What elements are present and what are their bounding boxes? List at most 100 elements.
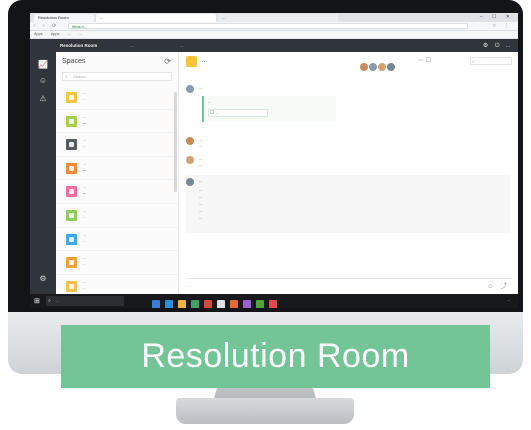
taskbar-app-icon[interactable] [152,300,160,308]
space-preview: ... [83,214,87,219]
monitor-screen: Resolution Room ... ... – ☐ ✕ ‹ › ⟳ http… [30,13,518,308]
refresh-icon[interactable]: ⟳ [164,57,171,66]
os-taskbar: ⊞ ⌕ ... ... [30,294,518,308]
space-avatar [66,115,77,127]
app-brand[interactable]: Resolution Room [60,43,97,48]
space-avatar [66,280,77,292]
search-icon: ⌕ [472,59,475,64]
space-avatar [66,186,77,198]
space-title: ... [83,184,87,190]
system-tray[interactable]: ... [507,297,510,302]
message-author: ... [199,178,203,183]
bookmark-item[interactable]: ... [67,32,70,36]
date-divider: ... [188,77,192,82]
attachment-chip[interactable]: ☐ ... [208,109,268,117]
space-title: ... [83,255,87,261]
file-icon: ☐ [210,110,215,116]
browser-tab[interactable]: ... [218,14,338,22]
list-item[interactable]: ...... [56,180,178,204]
power-icon[interactable]: ⏻ [495,43,500,49]
header-actions: ⚙ ⏻ ... [478,42,510,50]
attachment-card[interactable]: ... ☐ ... [202,96,336,122]
scrollbar[interactable] [174,92,177,192]
banner-title: Resolution Room [141,337,410,375]
conversation-title[interactable]: ... [202,58,207,64]
browser-menu-icons[interactable]: ☆ ⋮ [492,23,512,29]
conversation-tools[interactable]: ⋯ ☐ [418,57,431,64]
list-item[interactable]: ...... [56,86,178,110]
header-link[interactable]: ... [130,43,134,48]
reply-link[interactable]: ... [202,125,205,129]
activity-icon[interactable]: 📈 [38,60,48,70]
url-field[interactable]: https://... [68,23,468,29]
space-preview: ... [83,120,87,125]
search-icon: ⌕ [48,298,51,304]
left-rail: 📈 ☺ ⚠ ⚙ [30,52,56,294]
avatar [186,85,194,93]
avatar[interactable] [378,63,386,71]
bookmarks-bar: Apps Apps ... ... [30,31,518,39]
space-avatar [66,257,77,269]
search-placeholder: ... [56,298,60,303]
list-item[interactable]: ...... [56,110,178,134]
browser-address-bar: ‹ › ⟳ https://... ☆ ⋮ [30,22,518,31]
composer-icons[interactable]: ☺ ⤴ [487,281,510,290]
header-link[interactable]: ... [180,43,184,48]
list-item[interactable]: ...... [56,133,178,157]
bookmark-item[interactable]: ... [79,32,82,36]
avatar[interactable] [387,63,395,71]
user-menu[interactable]: ... [506,43,510,49]
list-item[interactable]: ...... [56,228,178,252]
spaces-search-input[interactable]: ⌕ Search [62,72,172,81]
card-text: ... [208,99,212,104]
taskbar-app-icon[interactable] [230,300,238,308]
taskbar-app-icon[interactable] [256,300,264,308]
space-preview: ... [83,262,87,267]
avatar [186,178,194,186]
composer-placeholder: ... [188,283,192,288]
list-item[interactable]: ...... [56,204,178,228]
spaces-list: ........................................… [56,86,178,294]
taskbar-app-icon[interactable] [178,300,186,308]
list-item[interactable]: ...... [56,275,178,294]
avatar[interactable] [369,63,377,71]
bookmark-item[interactable]: Apps [34,32,43,36]
browser-tab[interactable]: ... [96,14,216,22]
taskbar-search-input[interactable]: ⌕ ... [46,296,124,306]
settings-icon[interactable]: ⚙ [38,274,48,284]
browser-nav-buttons[interactable]: ‹ › ⟳ [34,23,59,29]
search-placeholder: Search [73,74,86,79]
space-title: ... [83,207,87,213]
message-text: ... [199,143,203,148]
message-text: ... [199,208,203,213]
space-avatar [186,56,197,67]
window-controls[interactable]: – ☐ ✕ [480,14,514,20]
taskbar-app-icon[interactable] [217,300,225,308]
bookmark-item[interactable]: Apps [51,32,60,36]
space-title: ... [83,278,87,284]
list-item[interactable]: ...... [56,157,178,181]
spaces-title: Spaces [62,58,86,65]
settings-icon[interactable]: ⚙ [483,43,488,49]
space-preview: ... [83,285,87,290]
alert-icon[interactable]: ⚠ [38,94,48,104]
message: ... ... [186,137,510,153]
list-item[interactable]: ...... [56,251,178,275]
space-avatar [66,162,77,174]
search-icon: ⌕ [65,74,68,80]
taskbar-app-icon[interactable] [269,300,277,308]
taskbar-app-icon[interactable] [191,300,199,308]
browser-tab[interactable]: Resolution Room [34,14,94,22]
taskbar-app-icon[interactable] [204,300,212,308]
taskbar-app-icon[interactable] [243,300,251,308]
message-author: ... [199,85,203,90]
start-icon[interactable]: ⊞ [34,297,40,305]
message-author: ... [199,156,203,161]
people-icon[interactable]: ☺ [38,76,48,86]
conversation-search-input[interactable]: ⌕ ... [470,57,512,65]
message-composer[interactable]: ... ☺ ⤴ [186,278,512,290]
avatar[interactable] [360,63,368,71]
taskbar-app-icon[interactable] [165,300,173,308]
participant-avatars[interactable] [360,58,396,76]
search-placeholder: ... [478,59,482,64]
